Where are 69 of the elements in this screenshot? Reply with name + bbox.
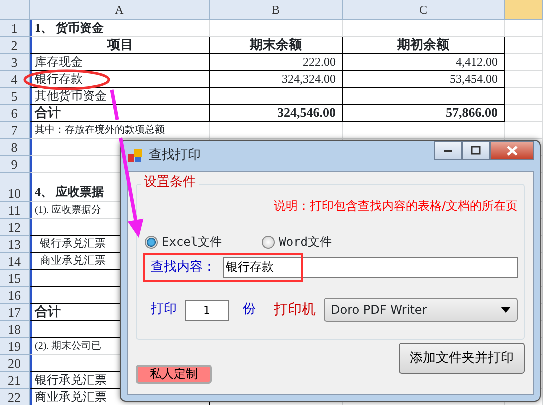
row-header: 21 xyxy=(0,372,30,389)
row-header: 15 xyxy=(0,270,30,287)
caret-icon xyxy=(501,307,511,313)
select-all-corner xyxy=(0,0,30,20)
table-cell: 324,546.00 xyxy=(210,105,343,122)
table-cell: 合计 xyxy=(30,105,210,122)
row-header: 17 xyxy=(0,304,30,321)
close-button[interactable] xyxy=(490,141,534,160)
row-header: 1 xyxy=(0,20,30,37)
row-header: 19 xyxy=(0,338,30,355)
row-header: 13 xyxy=(0,236,30,253)
row-header: 5 xyxy=(0,88,30,105)
empty-cell xyxy=(505,20,543,37)
table-cell: 222.00 xyxy=(210,54,343,71)
group-title: 设置条件 xyxy=(141,175,199,191)
table-cell: 项目 xyxy=(30,37,210,54)
radio-option[interactable]: Word文件 xyxy=(262,233,332,251)
minimize-button[interactable] xyxy=(434,141,462,160)
table-cell: 期末余额 xyxy=(210,37,343,54)
table-cell: 53,454.00 xyxy=(343,71,505,88)
minimize-icon xyxy=(444,150,452,152)
column-header: B xyxy=(210,0,343,20)
search-field[interactable]: 银行存款 xyxy=(223,257,518,278)
close-icon xyxy=(506,146,518,156)
custom-button[interactable]: 私人定制 xyxy=(136,365,212,384)
copies-label: 打印 xyxy=(150,301,177,320)
table-cell: 324,324.00 xyxy=(210,71,343,88)
printer-dropdown[interactable]: Doro PDF Writer xyxy=(324,298,518,322)
table-cell: 库存现金 xyxy=(30,54,210,71)
empty-cell xyxy=(505,54,543,71)
empty-cell xyxy=(505,71,543,88)
row-header: 12 xyxy=(0,219,30,236)
row-header: 7 xyxy=(0,122,30,139)
note-text: 说明：打印包含查找内容的表格/文档的所在页 xyxy=(274,198,518,215)
row-header: 4 xyxy=(0,71,30,88)
app-icon xyxy=(127,148,143,164)
column-header: C xyxy=(343,0,505,20)
maximize-icon xyxy=(471,146,481,155)
column-header xyxy=(505,0,543,20)
row-header: 8 xyxy=(0,139,30,156)
empty-cell xyxy=(505,37,543,54)
empty-cell xyxy=(505,88,543,105)
row-header: 14 xyxy=(0,253,30,270)
printer-label: 打印机 xyxy=(274,300,316,320)
row-header: 6 xyxy=(0,105,30,122)
row-header: 11 xyxy=(0,202,30,219)
row-header: 10 xyxy=(0,173,30,202)
row-header: 3 xyxy=(0,54,30,71)
row-header: 2 xyxy=(0,37,30,54)
radio-button[interactable] xyxy=(262,236,276,248)
empty-cell xyxy=(505,105,543,122)
row-header: 9 xyxy=(0,156,30,173)
table-cell: 57,866.00 xyxy=(343,105,505,122)
table-cell: 期初余额 xyxy=(343,37,505,54)
window-title: 查找打印 xyxy=(149,147,201,166)
table-cell: 其他货币资金 xyxy=(30,88,210,105)
row-header: 20 xyxy=(0,355,30,372)
copies-field[interactable]: 1 xyxy=(185,300,229,320)
maximize-button[interactable] xyxy=(462,141,490,160)
row-header: 16 xyxy=(0,287,30,304)
table-cell: 1、 货币资金 xyxy=(30,20,210,37)
column-header: A xyxy=(30,0,210,20)
copies-unit: 份 xyxy=(242,301,256,320)
table-cell: 银行存款 xyxy=(30,71,210,88)
radio-button[interactable] xyxy=(145,236,158,248)
print-button[interactable]: 添加文件夹并打印 xyxy=(399,342,525,374)
table-cell: 4,412.00 xyxy=(343,54,505,71)
row-header: 22 xyxy=(0,389,30,405)
row-header: 18 xyxy=(0,321,30,338)
